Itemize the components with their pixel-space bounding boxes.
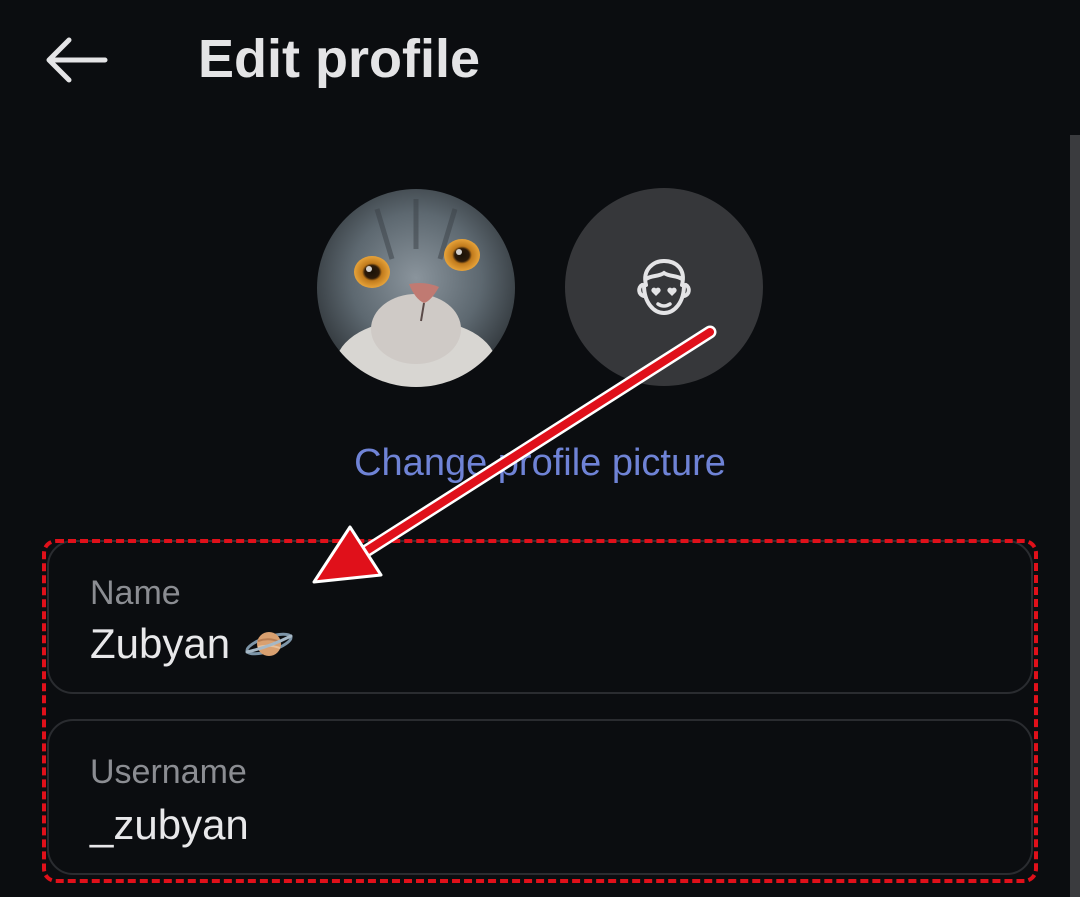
username-field-value-row: _zubyan: [90, 801, 249, 849]
page-title: Edit profile: [198, 29, 480, 89]
name-field[interactable]: Name Zubyan: [47, 540, 1033, 694]
edit-profile-screen: Edit profile Change profile picture Name…: [0, 0, 1080, 897]
ringed-planet-icon: [245, 632, 293, 656]
cat-photo-avatar: [317, 189, 515, 387]
username-field[interactable]: Username _zubyan: [47, 719, 1033, 875]
arrow-left-icon: [46, 37, 108, 83]
username-field-value: _zubyan: [90, 801, 249, 848]
scrollbar[interactable]: [1070, 135, 1080, 897]
avatar[interactable]: [317, 189, 515, 387]
name-field-value: Zubyan: [90, 620, 231, 667]
name-field-label: Name: [90, 574, 181, 612]
change-profile-picture-link[interactable]: Change profile picture: [0, 438, 1080, 488]
alternate-avatar-button[interactable]: [565, 188, 763, 386]
name-field-value-row: Zubyan: [90, 620, 294, 668]
username-field-label: Username: [90, 753, 247, 791]
face-heart-eyes-icon: [637, 258, 691, 316]
back-button[interactable]: [40, 30, 112, 90]
